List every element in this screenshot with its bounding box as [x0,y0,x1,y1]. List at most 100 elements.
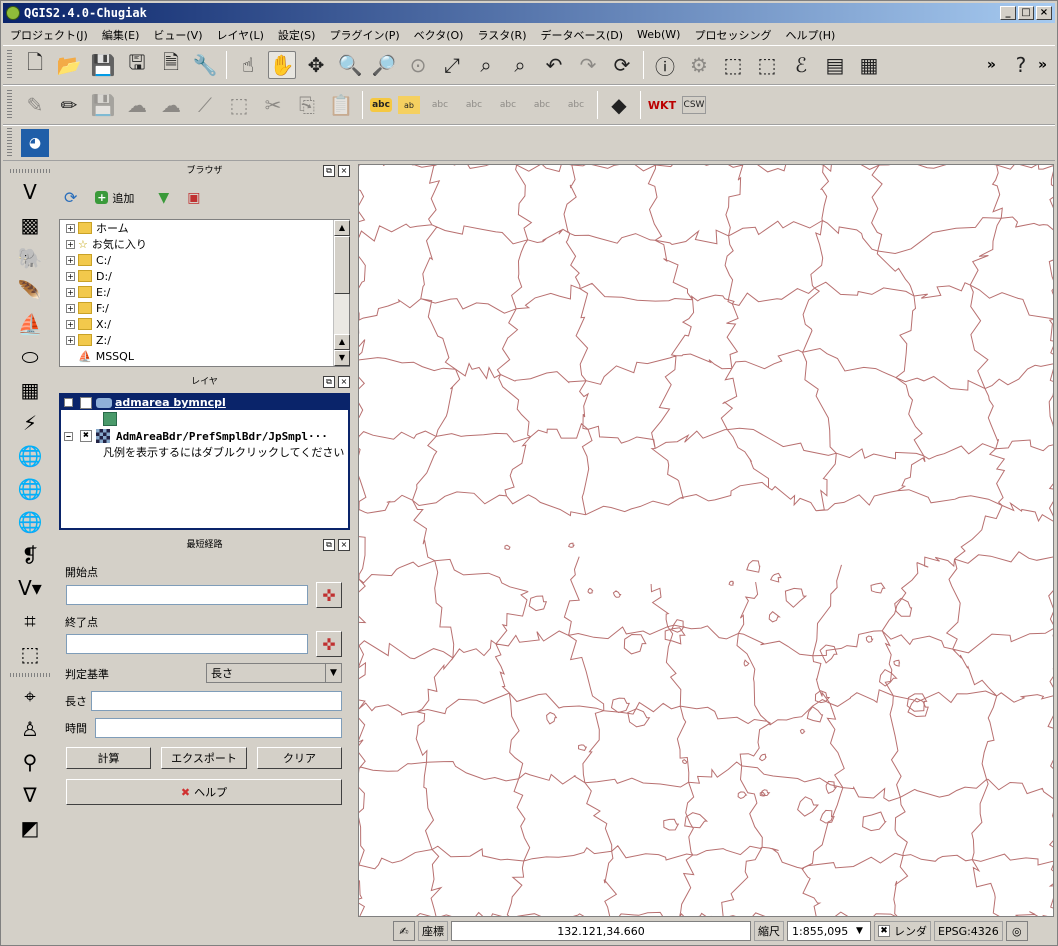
crs-globe-icon[interactable]: ◎ [1005,921,1028,941]
close-panel-icon[interactable]: × [338,376,350,388]
delete-selected-icon[interactable]: ⬚ [225,91,253,119]
attribute-table-icon[interactable]: ▤ [821,51,849,79]
filter-icon[interactable]: ▼ [158,190,169,206]
browser-item[interactable]: ⛵ MSSQL [60,348,349,364]
add-raster-layer-icon[interactable]: ▩ [15,210,45,240]
menu-processing[interactable]: プロセッシング [687,27,778,43]
scale-combo[interactable]: 1:855,095 ▼ [787,921,871,941]
browser-item[interactable]: + ホーム [60,220,349,236]
pick-start-point-button[interactable]: ✜ [316,582,342,608]
browser-item[interactable]: + F:/ [60,300,349,316]
left-toolbar-grip-2[interactable] [10,673,50,677]
export-button[interactable]: エクスポート [161,747,247,769]
new-print-composer-icon[interactable]: 🗎 [157,50,185,79]
zoom-to-selection-icon[interactable]: ⌕ [472,51,500,79]
add-layer-icon[interactable]: + [95,191,109,204]
expand-icon[interactable]: + [66,303,75,313]
menu-project[interactable]: プロジェクト(J) [3,27,95,43]
scroll-down-icon[interactable]: ▼ [334,350,350,366]
toggle-editing-icon[interactable]: ✏ [55,91,83,119]
add-feature-icon[interactable]: ☁ [123,91,151,119]
expand-icon[interactable]: + [66,223,75,233]
cut-features-icon[interactable]: ✂ [259,91,287,119]
composer-manager-icon[interactable]: 🔧 [191,51,219,79]
browser-item[interactable]: + ☆ お気に入り [60,236,349,252]
menu-web[interactable]: Web(W) [630,28,687,41]
layer-labeling-icon[interactable]: ab [398,96,420,114]
float-panel-icon[interactable]: ⧉ [323,376,335,388]
expand-icon[interactable]: + [66,271,75,281]
refresh-browser-icon[interactable]: ⟳ [64,188,77,207]
open-project-icon[interactable]: 📂 [55,51,83,79]
pan-hand-icon[interactable]: ✋ [268,51,296,79]
end-point-input[interactable] [66,634,308,654]
chevron-down-icon[interactable]: ▼ [325,664,341,682]
coordinate-capture-icon[interactable]: ⌖ [15,681,45,711]
new-spatialite-icon[interactable]: ⌗ [15,606,45,636]
scroll-up-icon-2[interactable]: ▲ [334,334,350,350]
csw-plugin-icon[interactable]: CSW [682,96,706,114]
touch-pan-icon[interactable]: ☝ [234,51,262,79]
close-panel-icon[interactable]: × [338,539,350,551]
browser-add-label[interactable]: 追加 [112,190,134,206]
add-wfs-layer-icon[interactable]: 🌐 [15,441,45,471]
zoom-full-icon[interactable]: ⤢ [438,51,466,79]
render-toggle[interactable]: ✖ レンダ [874,921,931,941]
paste-features-icon[interactable]: 📋 [327,91,355,119]
start-point-input[interactable] [66,585,308,605]
add-vector-layer-icon[interactable]: V [15,177,45,207]
collapse-icon[interactable]: − [64,398,73,407]
menu-raster[interactable]: ラスタ(R) [470,27,533,43]
statistics-icon[interactable]: ▦ [855,51,883,79]
browser-item[interactable]: + X:/ [60,316,349,332]
zoom-next-icon[interactable]: ↷ [574,51,602,79]
add-spatialite-layer-icon[interactable]: 🪶 [15,276,45,306]
coordinate-field[interactable]: 132.121,34.660 [451,921,751,941]
scroll-up-icon[interactable]: ▲ [334,220,350,236]
menu-database[interactable]: データベース(D) [534,27,631,43]
google-earth-icon[interactable]: ◕ [21,129,49,157]
pick-end-point-button[interactable]: ✜ [316,631,342,657]
gps-icon[interactable]: ♙ [15,714,45,744]
layer-row-admareabdr[interactable]: − ✖ AdmAreaBdr/PrefSmplBdr/JpSmpl··· [61,428,348,444]
move-feature-icon[interactable]: ☁ [157,91,185,119]
new-shapefile-icon[interactable]: V▾ [15,573,45,603]
coordinate-label[interactable]: 座標 [418,921,448,941]
minimize-button[interactable]: _ [1000,6,1016,20]
select-features-icon[interactable]: ⬚ [719,51,747,79]
close-button[interactable]: × [1036,6,1052,20]
float-panel-icon[interactable]: ⧉ [323,165,335,177]
copy-features-icon[interactable]: ⎘ [293,91,321,119]
toolbar-grip-3[interactable] [7,128,12,158]
layer-checkbox-checked[interactable]: ✖ [80,430,92,442]
rotate-label-icon[interactable]: abc [528,91,556,119]
length-output[interactable] [91,691,342,711]
time-output[interactable] [95,718,342,738]
add-delimited-text-icon[interactable]: ❡ [15,540,45,570]
diamond-plugin-icon[interactable]: ◆ [605,91,633,119]
identify-icon[interactable]: ⓘ [651,51,679,79]
expand-icon[interactable]: + [66,255,75,265]
clear-button[interactable]: クリア [257,747,342,769]
messages-icon[interactable]: ✍ [393,921,415,941]
expand-icon[interactable]: + [66,335,75,345]
toolbar-grip[interactable] [7,50,12,80]
render-checkbox[interactable]: ✖ [878,925,890,937]
zoom-last-icon[interactable]: ↶ [540,51,568,79]
deselect-icon[interactable]: ⬚ [753,51,781,79]
pan-to-selection-icon[interactable]: ✥ [302,51,330,79]
layer-row-admarea[interactable]: − admarea bymncpl [61,395,348,410]
change-label-icon[interactable]: abc [562,91,590,119]
help-button[interactable]: ✖ ヘルプ [66,779,342,805]
current-edits-icon[interactable]: ✎ [21,91,49,119]
save-edits-icon[interactable]: 💾 [89,91,117,119]
add-web-layer-icon[interactable]: 🌐 [15,474,45,504]
criterion-select[interactable]: 長さ ▼ [206,663,342,683]
close-panel-icon[interactable]: × [338,165,350,177]
whats-this-icon[interactable]: ? [1007,51,1035,79]
toolbar-overflow-icon-2[interactable]: » [1038,57,1047,73]
collapse-icon[interactable]: − [64,431,73,441]
layer-name[interactable]: AdmAreaBdr/PrefSmplBdr/JpSmpl··· [116,430,328,443]
maximize-button[interactable]: □ [1018,6,1034,20]
action-icon[interactable]: ⚙ [685,51,713,79]
